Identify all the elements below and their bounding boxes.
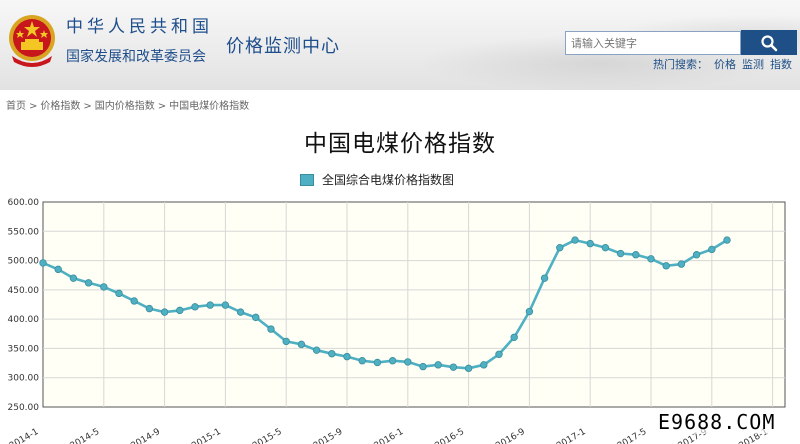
x-tick-label: 2014-9 [129,427,162,444]
breadcrumb-domestic-index[interactable]: 国内价格指数 [95,101,155,112]
coal-price-line-chart: 250.00 300.00 350.00 400.00 450.00 500.00 550.… [8,198,786,444]
data-point [145,304,154,313]
data-point [343,352,351,361]
y-tick-label: 400.00 [8,315,40,325]
hot-search-link[interactable]: 价格 [714,58,736,71]
data-point [84,279,93,287]
data-point [480,361,488,369]
data-point [677,260,686,268]
chart-container: 250.00 300.00 350.00 400.00 450.00 500.00 550.… [0,190,800,444]
breadcrumb-current[interactable]: 中国电煤价格指数 [169,101,249,112]
data-point [586,239,594,248]
org-name: 中华人民共和国 [66,17,213,37]
breadcrumb-separator: > [83,101,92,112]
breadcrumb-separator: > [29,101,38,112]
y-tick-label: 300.00 [8,374,40,384]
legend-swatch [300,173,314,186]
search-button[interactable] [741,30,797,55]
data-point [312,346,321,354]
data-point [160,308,169,316]
breadcrumb: 首页 > 价格指数 > 国内价格指数 > 中国电煤价格指数 [6,97,249,112]
data-point [571,236,579,244]
watermark: E9688.COM [658,410,776,434]
legend-label: 全国综合电煤价格指数图 [322,173,455,187]
chart-legend[interactable]: 全国综合电煤价格指数图 [300,171,454,188]
hot-search-label: 热门搜索： [653,58,708,71]
x-tick-label: 2014-5 [69,427,102,444]
data-point [115,289,123,298]
breadcrumb-price-index[interactable]: 价格指数 [40,101,80,112]
plot-area [42,201,786,408]
data-point [100,283,108,291]
data-point [662,262,670,270]
org-name-sub: 国家发展和改革委员会 [66,49,206,65]
x-tick-label: 2015-5 [251,427,284,444]
breadcrumb-separator: > [157,101,167,112]
data-point [419,362,427,371]
x-tick-label: 2016-9 [494,427,527,444]
data-point [282,337,290,346]
data-point [176,306,184,315]
data-point [632,251,640,259]
x-tick-label: 2014-1 [8,427,41,444]
data-point [130,297,138,305]
data-point [206,301,214,309]
y-tick-label: 600.00 [8,198,40,208]
search-icon [761,34,778,51]
national-emblem-icon [9,15,55,67]
data-point [510,333,518,341]
data-point [221,301,230,309]
data-point [616,249,625,258]
data-point [692,251,701,259]
search-input[interactable] [565,31,741,55]
data-point [236,308,245,316]
data-point [556,243,564,252]
site-header: 中华人民共和国 国家发展和改革委员会 价格监测中心 热门搜索： 价格监测指数 [0,0,800,90]
data-point [525,307,534,316]
y-tick-label: 350.00 [8,344,40,354]
data-point [540,274,549,282]
y-tick-label: 250.00 [8,403,40,413]
data-point [723,236,731,244]
data-point [191,303,199,311]
data-point [647,255,655,263]
data-point [601,243,610,252]
data-point [297,340,306,349]
x-tick-label: 2017-5 [616,427,649,444]
x-tick-label: 2015-1 [190,427,223,444]
data-point [404,358,412,366]
data-point [69,274,78,282]
hot-search: 热门搜索： 价格 监测 指数 [653,56,792,72]
x-tick-label: 2016-1 [373,427,406,444]
data-point [388,357,397,365]
page-title: 中国电煤价格指数 [304,131,496,157]
hot-search-link[interactable]: 指数 [770,58,792,71]
data-point [54,265,62,274]
data-point [449,363,458,371]
y-tick-label: 500.00 [8,257,40,267]
hot-search-link[interactable]: 监测 [742,58,764,71]
y-tick-label: 450.00 [8,286,40,296]
data-point [252,313,260,322]
breadcrumb-home[interactable]: 首页 [6,101,26,112]
x-tick-label: 2017-1 [555,427,588,444]
center-name: 价格监测中心 [226,36,340,57]
data-point [495,350,503,358]
y-tick-label: 550.00 [8,227,40,237]
data-point [464,364,473,373]
data-point [373,358,382,367]
data-point [267,325,275,333]
data-point [39,259,47,267]
data-point [708,245,716,254]
data-point [434,361,442,369]
data-point [358,357,366,365]
x-tick-label: 2015-9 [312,427,345,444]
x-tick-label: 2016-5 [433,427,466,444]
data-point [328,349,336,358]
